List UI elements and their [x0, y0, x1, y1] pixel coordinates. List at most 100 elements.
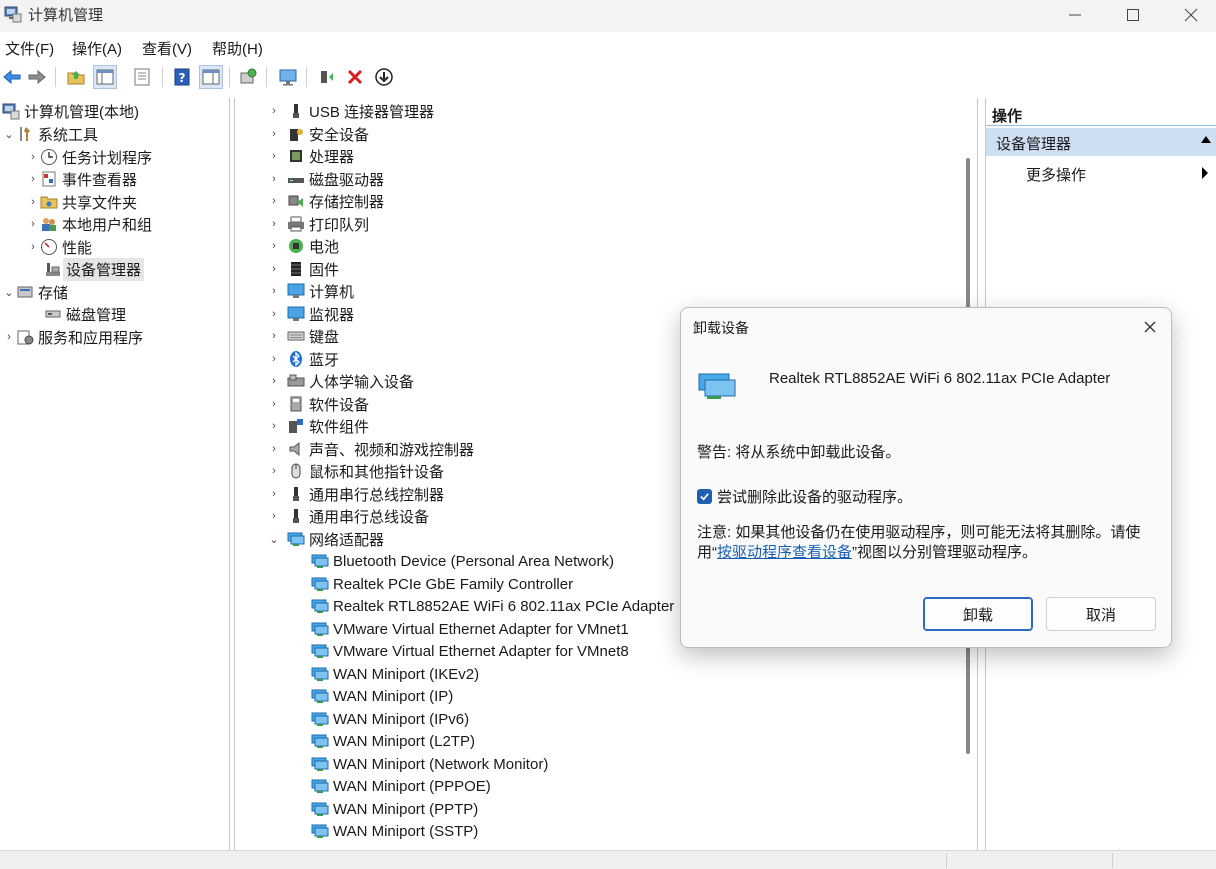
properties-button[interactable] [130, 65, 154, 89]
monitor-button[interactable] [276, 65, 300, 89]
chevron-right-icon[interactable]: › [267, 329, 281, 343]
enable-device-button[interactable] [315, 65, 339, 89]
chevron-right-icon[interactable]: › [267, 217, 281, 231]
chevron-right-icon[interactable]: › [267, 104, 281, 118]
show-hide-tree-button[interactable] [93, 65, 117, 89]
device-category[interactable]: › 监视器 [267, 303, 354, 325]
chevron-right-icon[interactable]: › [267, 464, 281, 478]
chevron-right-icon[interactable]: › [267, 374, 281, 388]
tree-item-storage[interactable]: ⌄ 存储 [2, 281, 68, 303]
chevron-right-icon[interactable]: › [26, 217, 40, 231]
chevron-right-icon[interactable]: › [267, 509, 281, 523]
chevron-right-icon[interactable]: › [267, 307, 281, 321]
help-button[interactable]: ? [170, 65, 194, 89]
uninstall-device-button[interactable] [343, 65, 367, 89]
device-category[interactable]: › 声音、视频和游戏控制器 [267, 438, 474, 460]
network-adapter-item[interactable]: Realtek PCIe GbE Family Controller [311, 573, 573, 595]
network-adapter-item[interactable]: WAN Miniport (L2TP) [311, 730, 475, 752]
tree-item-shared-folders[interactable]: › 共享文件夹 [26, 191, 137, 213]
back-button[interactable] [0, 65, 24, 89]
network-adapter-item[interactable]: WAN Miniport (SSTP) [311, 820, 478, 842]
network-adapter-item[interactable]: WAN Miniport (IKEv2) [311, 663, 479, 685]
chevron-right-icon[interactable]: › [267, 172, 281, 186]
device-category[interactable]: › 磁盘驱动器 [267, 168, 384, 190]
cancel-button[interactable]: 取消 [1046, 597, 1156, 631]
tree-item-local-users[interactable]: › 本地用户和组 [26, 213, 152, 235]
delete-driver-checkbox-row[interactable]: 尝试删除此设备的驱动程序。 [697, 486, 912, 507]
device-category[interactable]: › 固件 [267, 258, 339, 280]
device-category[interactable]: › 处理器 [267, 145, 354, 167]
device-category[interactable]: › 电池 [267, 235, 339, 257]
chevron-right-icon[interactable]: › [267, 149, 281, 163]
collapse-caret-icon[interactable] [1201, 136, 1211, 143]
menu-help[interactable]: 帮助(H) [212, 38, 263, 59]
up-level-button[interactable] [64, 65, 88, 89]
tree-item-device-manager[interactable]: 设备管理器 [44, 257, 145, 281]
tree-item-event-viewer[interactable]: › 事件查看器 [26, 168, 137, 190]
view-by-driver-link[interactable]: 按驱动程序查看设备 [717, 544, 852, 561]
device-category[interactable]: › 人体学输入设备 [267, 370, 414, 392]
device-category[interactable]: › 通用串行总线设备 [267, 505, 429, 527]
update-driver-button[interactable] [236, 65, 260, 89]
chevron-right-icon[interactable]: › [2, 330, 16, 344]
chevron-down-icon[interactable]: ⌄ [2, 285, 16, 299]
chevron-right-icon[interactable]: › [267, 352, 281, 366]
device-category[interactable]: › 通用串行总线控制器 [267, 483, 444, 505]
device-category[interactable]: › 安全设备 [267, 123, 369, 145]
chevron-right-icon[interactable]: › [267, 284, 281, 298]
device-category[interactable]: ⌄ 网络适配器 [267, 528, 384, 550]
tree-item-task-scheduler[interactable]: › 任务计划程序 [26, 146, 152, 168]
device-category[interactable]: › 蓝牙 [267, 348, 339, 370]
network-adapter-item[interactable]: WAN Miniport (IP) [311, 685, 453, 707]
menu-view[interactable]: 查看(V) [142, 38, 192, 59]
tree-item-root[interactable]: 计算机管理(本地) [2, 100, 139, 122]
chevron-right-icon[interactable]: › [267, 239, 281, 253]
network-adapter-item[interactable]: WAN Miniport (IPv6) [311, 708, 469, 730]
chevron-right-icon[interactable]: › [267, 442, 281, 456]
delete-driver-checkbox[interactable] [697, 489, 712, 504]
chevron-right-icon[interactable]: › [267, 262, 281, 276]
chevron-right-icon[interactable]: › [26, 195, 40, 209]
network-adapter-item[interactable]: Bluetooth Device (Personal Area Network) [311, 550, 614, 572]
show-action-pane-button[interactable] [199, 65, 223, 89]
chevron-right-icon[interactable]: › [267, 419, 281, 433]
chevron-right-icon[interactable]: › [267, 487, 281, 501]
maximize-button[interactable] [1104, 0, 1162, 30]
device-category[interactable]: › 存储控制器 [267, 190, 384, 212]
minimize-button[interactable] [1046, 0, 1104, 30]
more-actions[interactable]: 更多操作 [1026, 164, 1086, 185]
download-button[interactable] [372, 65, 396, 89]
tree-item-performance[interactable]: › 性能 [26, 236, 92, 258]
device-category[interactable]: › 鼠标和其他指针设备 [267, 460, 444, 482]
tree-item-disk-management[interactable]: 磁盘管理 [44, 303, 126, 325]
device-category[interactable]: › USB 连接器管理器 [267, 100, 434, 122]
network-adapter-item[interactable]: WAN Miniport (Network Monitor) [311, 753, 548, 775]
device-category[interactable]: › 计算机 [267, 280, 354, 302]
menu-action[interactable]: 操作(A) [72, 38, 122, 59]
forward-button[interactable] [25, 65, 49, 89]
device-category[interactable]: › 打印队列 [267, 213, 369, 235]
network-adapter-item[interactable]: WAN Miniport (PPPOE) [311, 775, 491, 797]
actions-section-device-manager[interactable]: 设备管理器 [986, 128, 1216, 156]
chevron-right-icon[interactable]: › [26, 172, 40, 186]
device-category[interactable]: › 键盘 [267, 325, 339, 347]
network-adapter-item[interactable]: Realtek RTL8852AE WiFi 6 802.11ax PCIe A… [311, 595, 674, 617]
network-adapter-item[interactable]: VMware Virtual Ethernet Adapter for VMne… [311, 640, 629, 662]
chevron-down-icon[interactable]: ⌄ [267, 532, 281, 546]
chevron-right-icon[interactable]: › [26, 150, 40, 164]
chevron-right-icon[interactable]: › [267, 127, 281, 141]
device-category[interactable]: › 软件组件 [267, 415, 369, 437]
tree-item-services[interactable]: › 服务和应用程序 [2, 326, 143, 348]
chevron-right-icon[interactable]: › [267, 194, 281, 208]
network-adapter-item[interactable]: WAN Miniport (PPTP) [311, 798, 478, 820]
dialog-close-button[interactable] [1141, 318, 1159, 336]
chevron-right-icon[interactable]: › [26, 240, 40, 254]
chevron-down-icon[interactable]: ⌄ [2, 127, 16, 141]
tree-item-system-tools[interactable]: ⌄ 系统工具 [2, 123, 98, 145]
uninstall-button[interactable]: 卸载 [923, 597, 1033, 631]
close-button[interactable] [1162, 0, 1216, 30]
device-category[interactable]: › 软件设备 [267, 393, 369, 415]
menu-file[interactable]: 文件(F) [5, 38, 54, 59]
chevron-right-icon[interactable]: › [267, 397, 281, 411]
network-adapter-item[interactable]: VMware Virtual Ethernet Adapter for VMne… [311, 618, 629, 640]
